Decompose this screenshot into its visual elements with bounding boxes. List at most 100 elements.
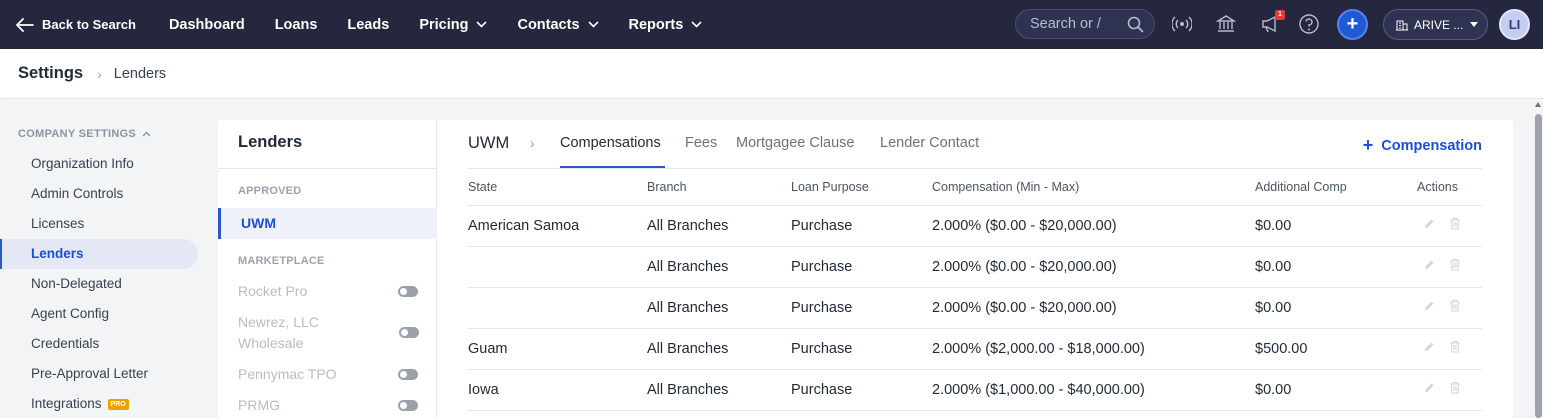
tab-mortgagee-clause[interactable]: Mortgagee Clause <box>736 135 855 151</box>
search-input[interactable]: Search or / <box>1015 9 1155 39</box>
sidebar-item-lenders[interactable]: Lenders <box>0 239 198 269</box>
create-new-button[interactable]: + <box>1337 9 1368 40</box>
breadcrumb: Settings › Lenders <box>0 49 1543 99</box>
marketplace-section-label: MARKETPLACE <box>238 255 325 267</box>
marketplace-item-label: Pennymac TPO <box>238 366 337 382</box>
edit-icon[interactable] <box>1423 259 1435 275</box>
chevron-down-icon <box>476 21 488 28</box>
nav-leads[interactable]: Leads <box>347 17 389 33</box>
lender-item-uwm[interactable]: UWM <box>218 208 437 239</box>
lenders-list: Lenders APPROVED UWM MARKETPLACE Rocket … <box>218 120 437 418</box>
sidebar-item-non-delegated[interactable]: Non-Delegated <box>0 269 198 299</box>
nav-dashboard[interactable]: Dashboard <box>169 17 245 33</box>
back-to-search-label: Back to Search <box>42 17 136 32</box>
marketplace-item-pennymac: Pennymac TPO <box>238 364 418 385</box>
nav-pricing[interactable]: Pricing <box>419 17 488 33</box>
sidebar-item-licenses[interactable]: Licenses <box>0 209 198 239</box>
table-row: Guam All Branches Purchase 2.000% ($2,000.0… <box>468 328 1482 370</box>
delete-icon[interactable] <box>1449 258 1461 275</box>
marketplace-item-prmg: PRMG <box>238 395 418 416</box>
nav-reports[interactable]: Reports <box>629 17 703 33</box>
sidebar-item-label: Non-Delegated <box>31 276 122 291</box>
bank-icon[interactable] <box>1216 13 1236 35</box>
sidebar-section-company-settings[interactable]: COMPANY SETTINGS <box>18 128 151 140</box>
table-row: American Samoa All Branches Purchase 2.000%… <box>468 205 1482 247</box>
table-row: All Branches Purchase 2.000% ($0.00 - $20,… <box>468 246 1482 288</box>
sidebar-item-pre-approval-letter[interactable]: Pre-Approval Letter <box>0 359 198 389</box>
lender-toggle[interactable] <box>398 400 418 411</box>
settings-sidebar: COMPANY SETTINGS Organization Info Admin… <box>0 100 210 418</box>
tab-fees[interactable]: Fees <box>685 135 717 151</box>
cell-additional-comp: $500.00 <box>1255 328 1417 370</box>
active-tab-indicator <box>560 166 665 168</box>
edit-icon[interactable] <box>1423 341 1435 357</box>
cell-branch: All Branches <box>647 369 791 411</box>
column-header-actions: Actions <box>1417 170 1482 206</box>
main-nav: Dashboard Loans Leads Pricing Contacts R… <box>169 17 732 33</box>
cell-branch: All Branches <box>647 328 791 370</box>
tab-compensations[interactable]: Compensations <box>560 135 661 151</box>
delete-icon[interactable] <box>1449 340 1461 357</box>
pro-badge: PRO <box>107 398 129 410</box>
nav-contacts[interactable]: Contacts <box>517 16 599 33</box>
building-icon <box>1396 20 1408 30</box>
lender-detail: UWM › Compensations Fees Mortgagee Claus… <box>438 120 1513 418</box>
user-avatar[interactable]: LI <box>1499 9 1530 40</box>
lenders-title: Lenders <box>238 133 303 151</box>
delete-icon[interactable] <box>1449 217 1461 234</box>
sidebar-item-agent-config[interactable]: Agent Config <box>0 299 198 329</box>
sidebar-item-label: Pre-Approval Letter <box>31 366 149 381</box>
sidebar-item-credentials[interactable]: Credentials <box>0 329 198 359</box>
tab-lender-contact[interactable]: Lender Contact <box>880 135 979 151</box>
page-content: COMPANY SETTINGS Organization Info Admin… <box>0 100 1543 418</box>
scrollbar-thumb[interactable] <box>1535 114 1542 418</box>
cell-state <box>468 287 647 329</box>
plus-icon: + <box>1346 13 1359 35</box>
add-compensation-button[interactable]: + Compensation <box>1363 135 1482 156</box>
cell-compensation: 2.000% ($0.00 - $20,000.00) <box>932 246 1255 288</box>
sidebar-item-label: Integrations <box>31 396 102 411</box>
nav-contacts-label: Contacts <box>517 16 580 33</box>
lender-toggle[interactable] <box>398 369 418 380</box>
edit-icon[interactable] <box>1423 218 1435 234</box>
cell-loan-purpose: Purchase <box>791 246 932 288</box>
column-header-branch: Branch <box>647 170 791 206</box>
divider <box>218 168 437 169</box>
edit-icon[interactable] <box>1423 300 1435 316</box>
edit-icon[interactable] <box>1423 382 1435 398</box>
selected-lender-name: UWM <box>468 134 510 152</box>
chevron-right-icon: › <box>97 65 102 82</box>
sidebar-item-integrations[interactable]: Integrations PRO <box>0 389 198 419</box>
scroll-up-arrow-icon[interactable] <box>1535 102 1541 107</box>
chevron-right-icon: › <box>530 135 535 151</box>
marketplace-item-label: Newrez, LLC Wholesale <box>238 314 319 351</box>
sidebar-item-organization-info[interactable]: Organization Info <box>0 149 198 179</box>
chevron-down-icon <box>691 21 702 28</box>
nav-dashboard-label: Dashboard <box>168 16 245 33</box>
sidebar-item-label: Organization Info <box>31 156 134 171</box>
lender-toggle[interactable] <box>399 327 419 338</box>
column-header-additional-comp: Additional Comp <box>1255 170 1417 206</box>
help-icon[interactable] <box>1298 13 1320 35</box>
lender-toggle[interactable] <box>398 286 418 297</box>
delete-icon[interactable] <box>1449 381 1461 398</box>
breadcrumb-settings[interactable]: Settings <box>18 64 83 83</box>
delete-icon[interactable] <box>1449 299 1461 316</box>
chevron-down-icon <box>587 21 599 28</box>
notification-badge: 1 <box>1275 10 1285 20</box>
table-row: All Branches Purchase 2.000% ($0.00 - $20,… <box>468 287 1482 329</box>
back-to-search-link[interactable]: Back to Search <box>16 17 136 32</box>
cell-compensation: 2.000% ($1,000.00 - $40,000.00) <box>932 369 1255 411</box>
scrollbar[interactable] <box>1534 100 1543 418</box>
cell-loan-purpose: Purchase <box>791 287 932 329</box>
broadcast-icon[interactable] <box>1172 13 1192 35</box>
organization-selector[interactable]: ARIVE ... <box>1383 9 1488 40</box>
cell-actions <box>1417 369 1482 411</box>
cell-actions <box>1417 205 1482 247</box>
sidebar-item-label: Licenses <box>31 216 85 231</box>
nav-loans[interactable]: Loans <box>275 17 318 33</box>
sidebar-item-admin-controls[interactable]: Admin Controls <box>0 179 198 209</box>
sidebar-item-label: Agent Config <box>31 306 110 321</box>
sidebar-item-label: Credentials <box>31 336 100 351</box>
caret-down-icon <box>1470 22 1478 27</box>
